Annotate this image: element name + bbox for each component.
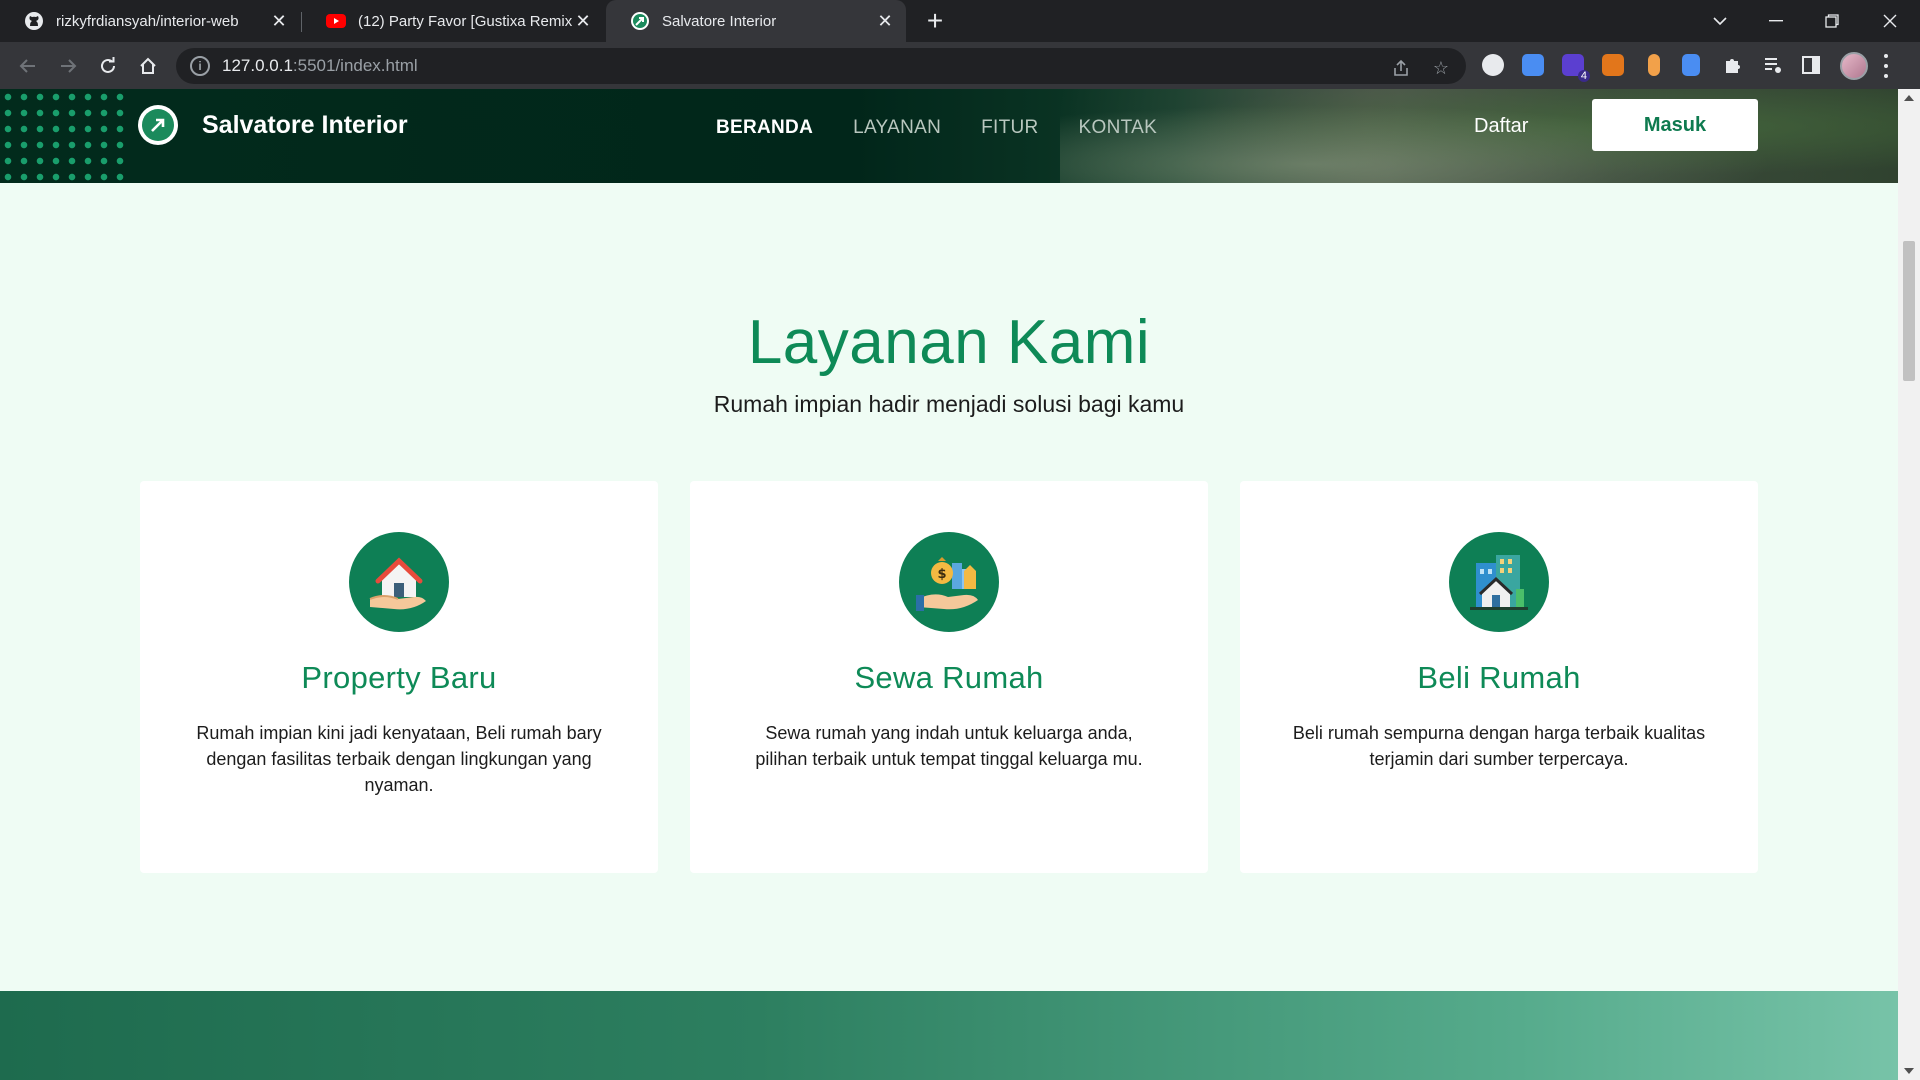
close-window-icon[interactable]	[1862, 0, 1918, 42]
extension-icon[interactable]	[1482, 54, 1504, 76]
side-panel-icon[interactable]	[1800, 54, 1822, 76]
address-bar[interactable]: i 127.0.0.1:5501/index.html ☆	[176, 48, 1466, 84]
nav-fitur[interactable]: FITUR	[981, 117, 1038, 139]
brand-name: Salvatore Interior	[202, 110, 408, 139]
nav-kontak[interactable]: KONTAK	[1079, 117, 1158, 139]
browser-tabstrip: rizkyfrdiansyah/interior-web ✕ (12) Part…	[0, 0, 1920, 42]
new-tab-icon[interactable]: +	[920, 5, 950, 36]
reload-icon[interactable]	[92, 50, 124, 82]
brand-logo-icon	[138, 105, 178, 145]
tab-title: Salvatore Interior	[662, 12, 777, 30]
close-tab-icon[interactable]: ✕	[572, 10, 594, 32]
scrollbar-thumb[interactable]	[1903, 241, 1915, 381]
tab-title: (12) Party Favor [Gustixa Remix]	[358, 12, 572, 30]
next-section-band	[0, 991, 1898, 1080]
register-link[interactable]: Daftar	[1474, 115, 1528, 138]
close-tab-icon[interactable]: ✕	[268, 10, 290, 32]
forward-icon[interactable]	[52, 50, 84, 82]
site-header: Salvatore Interior BERANDA LAYANAN FITUR…	[0, 89, 1898, 183]
extension-badge-icon[interactable]: 4	[1562, 54, 1590, 82]
extension-icon[interactable]	[1648, 54, 1660, 76]
browser-tab-github[interactable]: rizkyfrdiansyah/interior-web ✕	[0, 0, 300, 42]
card-title: Beli Rumah	[1417, 660, 1581, 695]
nav-layanan[interactable]: LAYANAN	[853, 117, 941, 139]
puzzle-extensions-icon[interactable]	[1722, 54, 1744, 76]
service-card: $ Sewa Rumah Sewa rumah yang indah untuk…	[690, 481, 1208, 873]
brand[interactable]: Salvatore Interior	[138, 105, 408, 145]
site-info-icon[interactable]: i	[190, 56, 210, 76]
browser-toolbar: i 127.0.0.1:5501/index.html ☆ 4	[0, 42, 1920, 89]
extension-badge-count: 4	[1577, 70, 1590, 82]
dot-pattern-decoration	[0, 89, 130, 183]
house-in-hand-icon	[349, 532, 449, 632]
main-nav: BERANDA LAYANAN FITUR KONTAK	[716, 117, 1197, 139]
scroll-up-icon[interactable]	[1904, 95, 1914, 101]
browser-tab-salvatore[interactable]: Salvatore Interior ✕	[606, 0, 906, 42]
translate-icon[interactable]	[1522, 54, 1544, 76]
extension-icon[interactable]	[1682, 54, 1700, 76]
back-icon[interactable]	[12, 50, 44, 82]
media-queue-icon[interactable]	[1762, 54, 1784, 76]
home-icon[interactable]	[132, 50, 164, 82]
menu-kebab-icon[interactable]	[1882, 54, 1890, 78]
browser-tab-youtube[interactable]: (12) Party Favor [Gustixa Remix] ✕	[302, 0, 604, 42]
money-property-icon: $	[899, 532, 999, 632]
card-text: Sewa rumah yang indah untuk keluarga and…	[755, 723, 1143, 769]
page-viewport: Salvatore Interior BERANDA LAYANAN FITUR…	[0, 89, 1898, 1080]
scroll-down-icon[interactable]	[1904, 1068, 1914, 1074]
metamask-icon[interactable]	[1602, 54, 1624, 76]
share-icon[interactable]	[1390, 57, 1412, 79]
close-tab-icon[interactable]: ✕	[874, 10, 896, 32]
svg-text:$: $	[937, 567, 946, 582]
buildings-icon	[1449, 532, 1549, 632]
tab-search-icon[interactable]	[1692, 0, 1748, 42]
url-text: 127.0.0.1:5501/index.html	[222, 56, 418, 75]
youtube-icon	[326, 11, 346, 31]
section-subtitle: Rumah impian hadir menjadi solusi bagi k…	[713, 391, 1185, 417]
site-favicon	[630, 11, 650, 31]
section-title: Layanan Kami	[747, 308, 1151, 377]
tab-title: rizkyfrdiansyah/interior-web	[56, 12, 239, 30]
login-button[interactable]: Masuk	[1592, 99, 1758, 151]
nav-beranda[interactable]: BERANDA	[716, 117, 813, 139]
profile-avatar[interactable]	[1840, 52, 1868, 80]
page-scrollbar[interactable]	[1898, 89, 1920, 1080]
service-card: Property Baru Rumah impian kini jadi ken…	[140, 481, 658, 873]
minimize-icon[interactable]	[1748, 0, 1804, 42]
card-text: Beli rumah sempurna dengan harga terbaik…	[1292, 723, 1706, 769]
bookmark-star-icon[interactable]: ☆	[1430, 57, 1452, 79]
restore-icon[interactable]	[1804, 0, 1860, 42]
card-title: Sewa Rumah	[854, 660, 1044, 695]
github-icon	[24, 11, 44, 31]
card-text: Rumah impian kini jadi kenyataan, Beli r…	[196, 723, 602, 795]
card-title: Property Baru	[301, 660, 497, 695]
service-card: Beli Rumah Beli rumah sempurna dengan ha…	[1240, 481, 1758, 873]
